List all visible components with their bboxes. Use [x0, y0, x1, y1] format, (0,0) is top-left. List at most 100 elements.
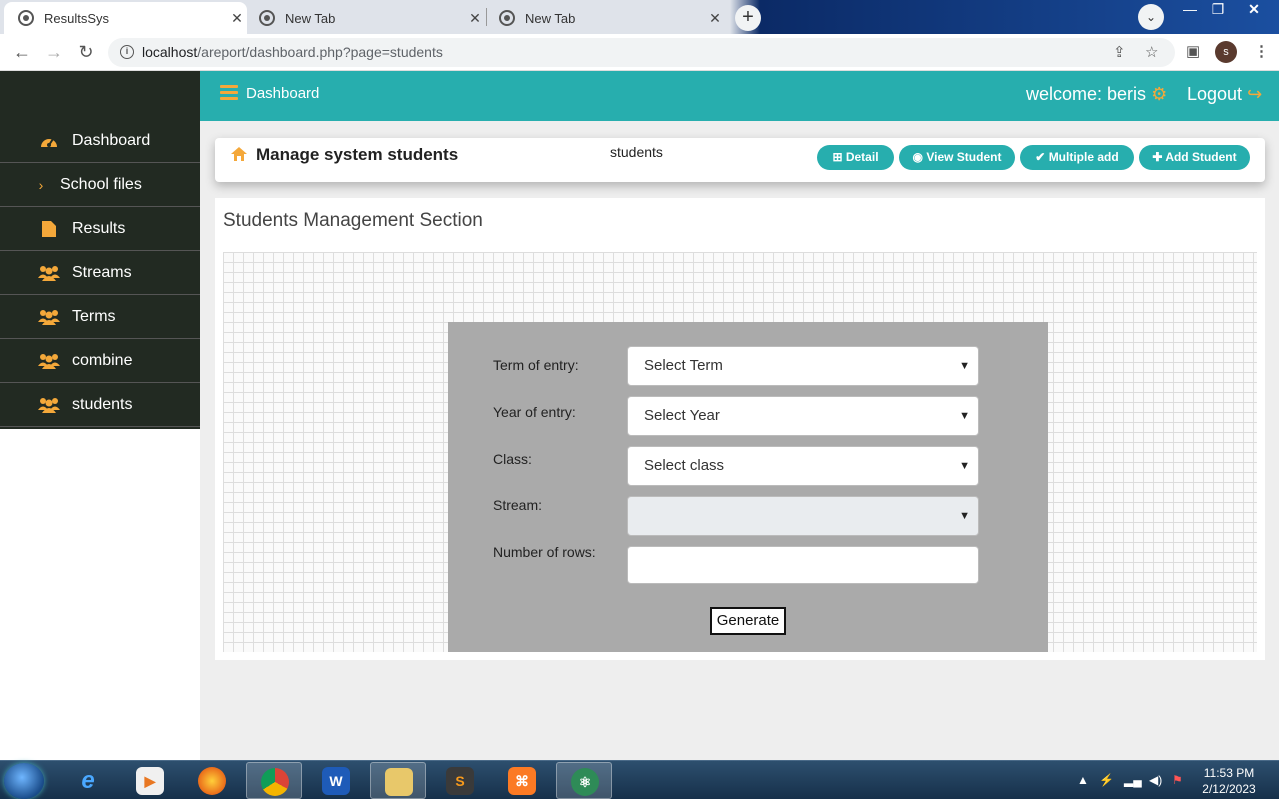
- gear-icon: ⚙: [1151, 84, 1168, 104]
- welcome-user[interactable]: welcome: beris ⚙: [1026, 84, 1167, 105]
- power-icon[interactable]: ⚡: [1099, 773, 1114, 787]
- system-clock[interactable]: 11:53 PM 2/12/2023: [1196, 765, 1262, 797]
- tab-label: New Tab: [525, 10, 576, 26]
- breadcrumb: students: [610, 144, 663, 160]
- back-button[interactable]: ←: [10, 40, 34, 64]
- bookmark-star-icon[interactable]: ☆: [1145, 38, 1158, 67]
- eye-icon: ◉: [912, 150, 927, 164]
- generate-button[interactable]: Generate: [710, 607, 786, 635]
- term-value: Select Term: [644, 357, 723, 374]
- tab-new-1[interactable]: New Tab ✕: [245, 2, 485, 34]
- sidebar-item-dashboard[interactable]: Dashboard: [0, 120, 200, 163]
- rows-input[interactable]: [627, 546, 979, 584]
- detail-button[interactable]: ⊞ Detail: [817, 145, 894, 170]
- hamburger-menu-icon[interactable]: [220, 85, 238, 101]
- volume-icon[interactable]: ◀): [1149, 773, 1162, 787]
- sidebar-item-label: Terms: [72, 308, 116, 325]
- check-icon: ✔: [1035, 150, 1049, 164]
- clock-time: 11:53 PM: [1203, 766, 1255, 780]
- add-student-button[interactable]: ✚ Add Student: [1139, 145, 1250, 170]
- new-tab-button[interactable]: +: [735, 5, 761, 31]
- sidebar-item-combine[interactable]: combine: [0, 340, 200, 383]
- sidebar-item-terms[interactable]: Terms: [0, 296, 200, 339]
- side-panel-icon[interactable]: ▣: [1186, 42, 1200, 60]
- taskbar-chrome[interactable]: [246, 762, 302, 799]
- sidebar-item-streams[interactable]: Streams: [0, 252, 200, 295]
- sidebar-item-label: Streams: [72, 264, 132, 281]
- top-header: Dashboard welcome: beris ⚙ Logout ↪: [200, 71, 1279, 121]
- year-select[interactable]: Select Year ▼: [627, 396, 979, 436]
- reload-button[interactable]: ↻: [74, 40, 98, 64]
- sidebar-item-students[interactable]: students: [0, 384, 200, 427]
- close-icon[interactable]: ✕: [227, 10, 247, 27]
- management-panel: Students Management Section Term of entr…: [215, 198, 1265, 660]
- chevron-down-icon: ▼: [959, 510, 970, 522]
- sidebar-item-label: Results: [72, 220, 126, 237]
- close-icon[interactable]: ✕: [465, 10, 485, 27]
- sidebar-item-school-files[interactable]: › School files: [0, 164, 200, 207]
- welcome-text: welcome: beris: [1026, 84, 1147, 104]
- network-icon[interactable]: ▂▄: [1124, 773, 1142, 787]
- generate-form: Term of entry: Select Term ▼ Year of ent…: [448, 322, 1048, 652]
- share-icon[interactable]: ⇪: [1113, 38, 1126, 67]
- window-close-button[interactable]: ✕: [1240, 0, 1268, 20]
- taskbar-firefox[interactable]: [184, 762, 240, 799]
- internet-explorer-icon: e: [81, 767, 95, 794]
- class-select[interactable]: Select class ▼: [627, 446, 979, 486]
- sidebar: Dashboard › School files Results Streams…: [0, 71, 200, 429]
- taskbar-media[interactable]: ▶: [122, 762, 178, 799]
- logout-link[interactable]: Logout ↪: [1187, 84, 1262, 105]
- tab-search-button[interactable]: ⌄: [1138, 4, 1164, 30]
- action-center-icon[interactable]: ⚑: [1172, 773, 1183, 787]
- address-bar[interactable]: i localhost/areport/dashboard.php?page=s…: [108, 38, 1175, 67]
- restore-button[interactable]: ❐: [1204, 0, 1232, 20]
- rows-label: Number of rows:: [493, 544, 596, 560]
- main-content: Manage system students students ⊞ Detail…: [200, 121, 1279, 760]
- stream-label: Stream:: [493, 497, 543, 513]
- tab-new-2[interactable]: New Tab ✕: [485, 2, 725, 34]
- taskbar-sublime[interactable]: S: [432, 762, 488, 799]
- class-label: Class:: [493, 451, 532, 467]
- folder-icon: [385, 768, 413, 796]
- menu-kebab-icon[interactable]: ⋮: [1254, 42, 1269, 60]
- taskbar-atom[interactable]: ⚛: [556, 762, 612, 799]
- minimize-button[interactable]: —: [1176, 0, 1204, 20]
- chevron-down-icon: ▼: [959, 460, 970, 472]
- taskbar-explorer[interactable]: [370, 762, 426, 799]
- view-label: View Student: [926, 150, 1002, 164]
- multiple-add-button[interactable]: ✔ Multiple add: [1020, 145, 1134, 170]
- clock-date: 2/12/2023: [1202, 782, 1256, 796]
- taskbar-xampp[interactable]: ⌘: [494, 762, 550, 799]
- dashboard-icon: [38, 132, 60, 150]
- chrome-icon: [499, 10, 515, 26]
- sign-out-icon: ↪: [1247, 84, 1263, 104]
- sidebar-item-label: students: [72, 396, 133, 413]
- tab-resultssys[interactable]: ResultsSys ✕: [4, 2, 247, 34]
- taskbar-ie[interactable]: e: [60, 762, 116, 799]
- tray-expand-icon[interactable]: ▲: [1077, 773, 1089, 787]
- url-host: localhost: [142, 44, 198, 60]
- tab-label: New Tab: [285, 10, 336, 26]
- chrome-icon: [18, 10, 34, 26]
- multiple-label: Multiple add: [1048, 150, 1119, 164]
- profile-avatar[interactable]: s: [1215, 41, 1237, 63]
- class-value: Select class: [644, 457, 725, 474]
- start-button[interactable]: [4, 763, 44, 799]
- close-icon[interactable]: ✕: [705, 10, 725, 27]
- page-header-bar: Manage system students students ⊞ Detail…: [215, 138, 1265, 182]
- url-path: /areport/dashboard.php?page=students: [197, 44, 443, 60]
- logout-label: Logout: [1187, 84, 1243, 104]
- info-icon[interactable]: i: [120, 45, 134, 59]
- taskbar-word[interactable]: W: [308, 762, 364, 799]
- chrome-icon: [259, 10, 275, 26]
- term-select[interactable]: Select Term ▼: [627, 346, 979, 386]
- stream-select[interactable]: ▼: [627, 496, 979, 536]
- year-label: Year of entry:: [493, 404, 576, 420]
- windows-taskbar: e ▶ W S ⌘ ⚛ ▲ ⚡ ▂▄ ◀) ⚑ 11:53 PM 2/12/20…: [0, 760, 1279, 799]
- sidebar-item-label: Dashboard: [72, 132, 151, 149]
- forward-button[interactable]: →: [42, 40, 66, 64]
- view-student-button[interactable]: ◉ View Student: [899, 145, 1015, 170]
- sidebar-item-results[interactable]: Results: [0, 208, 200, 251]
- chrome-icon: [261, 768, 289, 796]
- header-title[interactable]: Dashboard: [246, 85, 319, 102]
